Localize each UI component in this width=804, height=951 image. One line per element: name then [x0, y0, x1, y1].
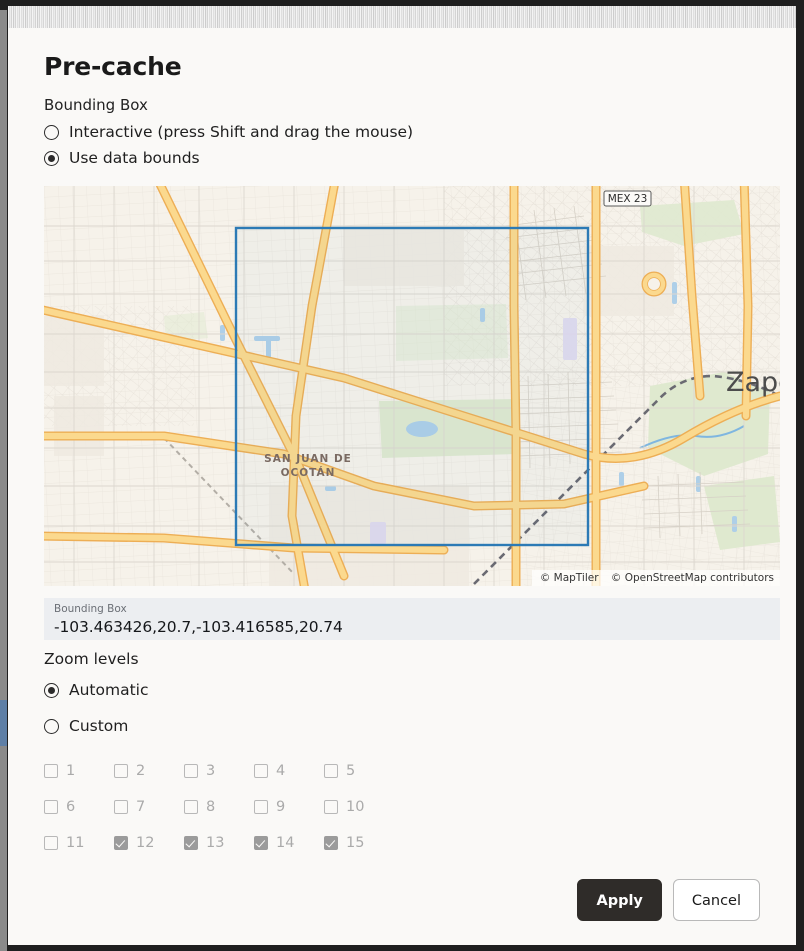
- page-title: Pre-cache: [44, 52, 182, 81]
- checkbox-icon-unchecked: [44, 764, 58, 778]
- zoom-level-row: 11 12 13 14 15: [44, 825, 444, 861]
- zoom-level-checkbox-9[interactable]: 9: [254, 800, 324, 815]
- zoom-level-checkbox-3[interactable]: 3: [184, 764, 254, 779]
- bounding-box-input[interactable]: Bounding Box -103.463426,20.7,-103.41658…: [44, 598, 780, 640]
- svg-text:MEX 23: MEX 23: [608, 193, 648, 205]
- app-left-rail-active-indicator: [0, 700, 7, 746]
- zoom-level-checkbox-11[interactable]: 11: [44, 836, 114, 851]
- checkbox-icon-unchecked: [44, 800, 58, 814]
- zoom-level-row: 1 2 3 4 5: [44, 753, 444, 789]
- zoom-level-label: 11: [66, 834, 85, 851]
- app-background-strip-texture: [8, 6, 796, 28]
- checkbox-icon-unchecked: [184, 800, 198, 814]
- zoom-level-checkbox-12[interactable]: 12: [114, 836, 184, 851]
- radio-zoom-automatic[interactable]: Automatic: [44, 678, 149, 704]
- zoom-level-label: 3: [206, 762, 216, 779]
- radio-bbox-use-data-bounds[interactable]: Use data bounds: [44, 146, 200, 172]
- zoom-level-checkbox-15[interactable]: 15: [324, 836, 394, 851]
- zoom-level-checkbox-13[interactable]: 13: [184, 836, 254, 851]
- zoom-level-label: 9: [276, 798, 286, 815]
- radio-bbox-interactive[interactable]: Interactive (press Shift and drag the mo…: [44, 120, 413, 146]
- checkbox-icon-checked: [254, 836, 268, 850]
- apply-button[interactable]: Apply: [577, 879, 662, 921]
- road-shield-mex-23: MEX 23: [603, 190, 652, 207]
- dialog-footer: Apply Cancel: [577, 879, 760, 921]
- zoom-level-checkbox-8[interactable]: 8: [184, 800, 254, 815]
- zoom-level-checkbox-4[interactable]: 4: [254, 764, 324, 779]
- zoom-levels-section-label: Zoom levels: [44, 650, 139, 668]
- map-attribution-osm: © OpenStreetMap contributors: [610, 572, 774, 584]
- zoom-level-label: 12: [136, 834, 155, 851]
- map-preview[interactable]: MEX 23 SAN JUAN DE OCOTÁN Zapo © MapTile…: [44, 186, 780, 586]
- zoom-level-label: 4: [276, 762, 286, 779]
- svg-text:OCOTÁN: OCOTÁN: [281, 466, 336, 479]
- zoom-level-checkbox-grid: 1 2 3 4 5 6 7 8 9 10 11 12 13 14 15: [44, 753, 444, 861]
- radio-zoom-custom-label: Custom: [69, 717, 129, 735]
- checkbox-icon-unchecked: [44, 836, 58, 850]
- radio-icon-unchecked: [44, 125, 59, 141]
- cancel-button[interactable]: Cancel: [672, 879, 760, 921]
- map-attribution-maptiler: © MapTiler: [539, 572, 599, 584]
- bounding-box-section-label: Bounding Box: [44, 96, 148, 114]
- radio-icon-checked: [44, 683, 59, 699]
- zoom-level-row: 6 7 8 9 10: [44, 789, 444, 825]
- checkbox-icon-unchecked: [254, 800, 268, 814]
- checkbox-icon-unchecked: [324, 800, 338, 814]
- radio-icon-checked: [44, 150, 59, 166]
- radio-icon-unchecked: [44, 719, 59, 735]
- checkbox-icon-unchecked: [324, 764, 338, 778]
- checkbox-icon-unchecked: [254, 764, 268, 778]
- radio-bbox-use-data-bounds-label: Use data bounds: [69, 148, 200, 167]
- svg-text:Zapo: Zapo: [726, 367, 780, 398]
- checkbox-icon-unchecked: [114, 800, 128, 814]
- radio-zoom-automatic-label: Automatic: [69, 681, 149, 699]
- zoom-level-checkbox-14[interactable]: 14: [254, 836, 324, 851]
- zoom-level-label: 7: [136, 798, 146, 815]
- zoom-level-label: 6: [66, 798, 76, 815]
- checkbox-icon-unchecked: [114, 764, 128, 778]
- zoom-level-checkbox-6[interactable]: 6: [44, 800, 114, 815]
- zoom-level-label: 10: [346, 798, 365, 815]
- zoom-level-label: 8: [206, 798, 216, 815]
- checkbox-icon-checked: [114, 836, 128, 850]
- bounding-box-input-label: Bounding Box: [54, 603, 127, 615]
- zoom-level-checkbox-7[interactable]: 7: [114, 800, 184, 815]
- zoom-level-label: 13: [206, 834, 225, 851]
- radio-zoom-custom[interactable]: Custom: [44, 714, 128, 740]
- zoom-level-label: 1: [66, 762, 76, 779]
- zoom-level-label: 2: [136, 762, 146, 779]
- app-left-rail: [0, 10, 7, 951]
- zoom-level-checkbox-10[interactable]: 10: [324, 800, 394, 815]
- svg-text:SAN JUAN DE: SAN JUAN DE: [264, 453, 352, 465]
- zoom-level-label: 5: [346, 762, 356, 779]
- map-canvas: MEX 23 SAN JUAN DE OCOTÁN Zapo: [44, 186, 780, 586]
- checkbox-icon-unchecked: [184, 764, 198, 778]
- zoom-level-label: 14: [276, 834, 295, 851]
- zoom-level-checkbox-1[interactable]: 1: [44, 764, 114, 779]
- bounding-box-input-value[interactable]: -103.463426,20.7,-103.416585,20.74: [54, 616, 770, 638]
- zoom-level-checkbox-5[interactable]: 5: [324, 764, 394, 779]
- radio-bbox-interactive-label: Interactive (press Shift and drag the mo…: [69, 123, 414, 141]
- checkbox-icon-checked: [324, 836, 338, 850]
- pre-cache-dialog: Pre-cache Bounding Box Interactive (pres…: [8, 28, 796, 945]
- map-attribution: © MapTiler © OpenStreetMap contributors: [531, 570, 780, 586]
- zoom-level-checkbox-2[interactable]: 2: [114, 764, 184, 779]
- checkbox-icon-checked: [184, 836, 198, 850]
- zoom-level-label: 15: [346, 834, 365, 851]
